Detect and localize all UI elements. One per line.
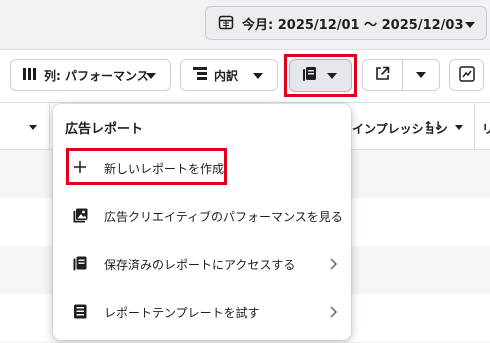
breakdown-icon	[193, 67, 207, 83]
template-icon	[73, 304, 89, 320]
share-button[interactable]	[362, 59, 403, 91]
calendar-icon	[218, 14, 234, 33]
saved-reports-icon	[73, 256, 89, 272]
image-icon	[73, 208, 89, 224]
reports-menu: 広告レポート 新しいレポートを作成 広告クリエイティブのパフォーマンスを見る 保…	[53, 104, 351, 340]
chevron-right-icon	[327, 257, 339, 271]
date-range-button[interactable]: 今月: 2025/12/01 ～ 2025/12/03	[205, 6, 487, 40]
columns-button[interactable]: 列: パフォーマンス	[10, 59, 171, 91]
menu-item-label: 保存済みのレポートにアクセスする	[104, 258, 296, 272]
header-next: リ	[482, 122, 490, 136]
columns-icon	[23, 67, 37, 83]
highlight-box	[66, 148, 227, 185]
menu-item-label: レポートテンプレートを試す	[104, 306, 260, 320]
chevron-right-icon	[327, 305, 339, 319]
menu-title: 広告レポート	[65, 122, 144, 137]
chevron-down-icon	[465, 22, 475, 28]
chevron-down-icon	[253, 73, 263, 79]
chevron-down-icon	[416, 72, 426, 78]
menu-item-creative-performance[interactable]: 広告クリエイティブのパフォーマンスを見る	[53, 196, 351, 236]
chart-button[interactable]	[449, 59, 484, 91]
chevron-down-icon[interactable]	[29, 125, 37, 130]
columns-label: 列: パフォーマンス	[44, 68, 149, 83]
chart-icon	[458, 65, 475, 85]
column-divider	[474, 103, 475, 150]
breakdown-button[interactable]: 内訳	[180, 59, 278, 91]
sort-icon[interactable]: ↑↓	[423, 119, 443, 133]
chevron-down-icon	[146, 73, 156, 79]
highlight-box	[284, 54, 357, 97]
menu-item-report-templates[interactable]: レポートテンプレートを試す	[53, 292, 351, 332]
menu-item-label: 広告クリエイティブのパフォーマンスを見る	[104, 210, 343, 224]
column-divider	[49, 103, 50, 150]
date-range-label: 今月: 2025/12/01 ～ 2025/12/03	[242, 17, 464, 33]
share-dropdown-button[interactable]	[402, 59, 440, 91]
chevron-down-icon[interactable]	[455, 125, 463, 130]
share-icon	[375, 66, 390, 84]
breakdown-label: 内訳	[214, 68, 239, 83]
menu-item-saved-reports[interactable]: 保存済みのレポートにアクセスする	[53, 244, 351, 284]
